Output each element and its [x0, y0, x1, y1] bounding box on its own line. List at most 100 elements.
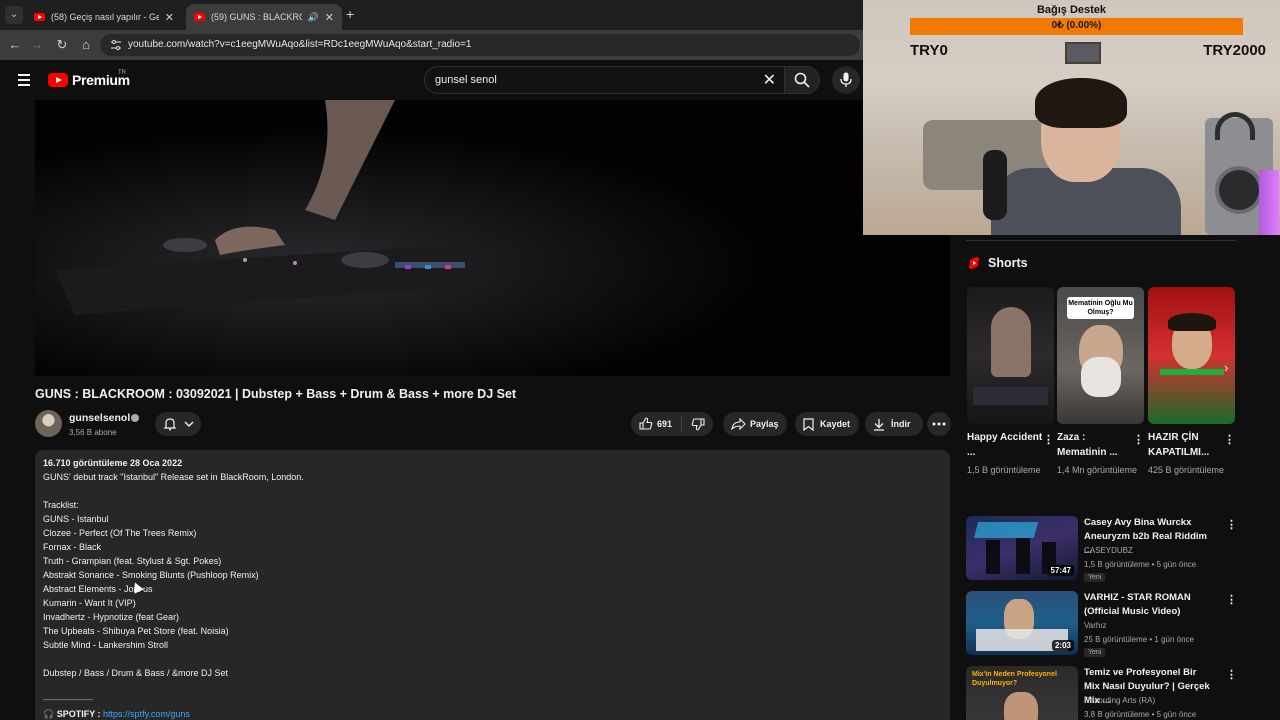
- share-button[interactable]: Paylaş: [723, 412, 787, 436]
- short-card[interactable]: Mematinin Oğlu Mu Olmuş? Zaza : Mematini…: [1057, 287, 1144, 475]
- microphone-icon: [840, 72, 852, 87]
- channel-avatar[interactable]: [35, 410, 62, 437]
- close-tab-icon[interactable]: ✕: [165, 11, 174, 24]
- browser-tab-1[interactable]: (58) Geçiş nasıl yapılır - Geçiş t ✕: [26, 4, 182, 30]
- short-thumbnail[interactable]: Mematinin Oğlu Mu Olmuş?: [1057, 287, 1144, 424]
- recommendation-stats: 25 B görüntüleme • 1 gün önce: [1084, 635, 1194, 644]
- video-duration: 57:47: [1047, 565, 1074, 576]
- audio-playing-icon[interactable]: 🔊: [308, 12, 319, 23]
- description-intro: GUNS' debut track "Istanbul" Release set…: [43, 472, 304, 482]
- back-icon[interactable]: ←: [6, 36, 24, 54]
- recommendation-channel: Varhız: [1084, 621, 1107, 630]
- recommendation-thumbnail[interactable]: Mix'in Neden Profesyonel Duyulmuyor?: [966, 666, 1078, 720]
- short-thumbnail[interactable]: [967, 287, 1054, 424]
- clear-search-icon[interactable]: ✕: [763, 70, 776, 90]
- url-field[interactable]: youtube.com/watch?v=c1eegMWuAqo&list=RDc…: [100, 34, 860, 56]
- more-actions-button[interactable]: [927, 412, 951, 436]
- track-line: Clozee - Perfect (Of The Trees Remix): [43, 528, 197, 538]
- video-frame-dj-scene: [35, 100, 950, 376]
- verified-icon: [131, 414, 139, 422]
- video-owner-row: gunselsenol 3,56 B abone 691 Paylaş Kayd…: [35, 410, 951, 440]
- recommendation-thumbnail[interactable]: 57:47: [966, 516, 1078, 580]
- more-vertical-icon[interactable]: ⋮: [1133, 433, 1144, 446]
- search-button[interactable]: [784, 66, 820, 94]
- forward-icon[interactable]: →: [28, 36, 46, 54]
- short-thumbnail[interactable]: [1148, 287, 1235, 424]
- recommendation-item[interactable]: 2:03 VARHIZ - STAR ROMAN (Official Music…: [966, 591, 1237, 661]
- country-code: TR: [118, 70, 126, 76]
- spotify-label: 🎧 SPOTIFY :: [43, 709, 104, 719]
- bell-icon: [163, 418, 177, 431]
- more-vertical-icon[interactable]: ⋮: [1226, 668, 1237, 681]
- genres-line: Dubstep / Bass / Drum & Bass / &more DJ …: [43, 668, 229, 678]
- subscription-bell-button[interactable]: [155, 412, 201, 436]
- recommendation-item[interactable]: Mix'in Neden Profesyonel Duyulmuyor? Tem…: [966, 666, 1237, 720]
- short-views: 1,5 B görüntüleme: [967, 465, 1041, 475]
- chevron-right-icon[interactable]: ›: [1224, 360, 1228, 375]
- dislike-button[interactable]: [683, 412, 713, 436]
- home-icon[interactable]: ⌂: [77, 36, 95, 54]
- short-title: HAZIR ÇİN KAPATILMI...: [1148, 432, 1210, 458]
- chevron-down-icon: [184, 421, 194, 427]
- save-button[interactable]: Kaydet: [795, 412, 859, 436]
- short-card[interactable]: HAZIR ÇİN KAPATILMI... 425 B görüntüleme…: [1148, 287, 1235, 475]
- short-card[interactable]: Happy Accident ... 1,5 B görüntüleme ⋮: [967, 287, 1054, 475]
- track-line: Truth - Grampian (feat. Stylust & Sgt. P…: [43, 556, 222, 566]
- browser-tab-2-active[interactable]: (59) GUNS : BLACKROOM : 0 🔊 ✕: [186, 4, 342, 30]
- new-tab-icon[interactable]: +: [346, 6, 354, 22]
- divider: [681, 417, 682, 431]
- shorts-section-title: Shorts: [988, 256, 1028, 270]
- close-tab-icon[interactable]: ✕: [325, 11, 334, 24]
- bookmark-icon: [803, 418, 814, 431]
- spotify-link[interactable]: https://sptfy.com/guns: [103, 709, 190, 719]
- view-count-and-date: 16.710 görüntüleme 28 Oca 2022: [43, 458, 183, 468]
- tab-title: (59) GUNS : BLACKROOM : 0: [211, 12, 302, 22]
- recommendation-item[interactable]: 57:47 Casey Avy Bina Wurckx Aneuryzm b2b…: [966, 516, 1237, 586]
- like-button[interactable]: 691: [631, 412, 681, 436]
- thumbs-down-icon: [691, 418, 705, 431]
- more-horizontal-icon: [932, 422, 946, 426]
- more-vertical-icon[interactable]: ⋮: [1224, 433, 1235, 446]
- more-vertical-icon[interactable]: ⋮: [1226, 518, 1237, 531]
- menu-icon[interactable]: [18, 74, 30, 86]
- youtube-logo-icon: [48, 73, 68, 87]
- more-vertical-icon[interactable]: ⋮: [1043, 433, 1054, 446]
- track-line: GUNS - Istanbul: [43, 514, 109, 524]
- donation-max-label: TRY2000: [1203, 42, 1266, 59]
- tab-title: (58) Geçiş nasıl yapılır - Geçiş t: [51, 12, 159, 22]
- short-title: Happy Accident ...: [967, 432, 1043, 458]
- thumbs-up-icon: [639, 417, 653, 430]
- youtube-favicon-icon: [194, 13, 205, 21]
- donation-label: Bağış Destek: [1036, 4, 1107, 16]
- recommendation-stats: 1,5 B görüntüleme • 5 gün önce: [1084, 560, 1197, 569]
- site-settings-icon[interactable]: [110, 39, 122, 51]
- track-line: Invadhertz - Hypnotize (feat Gear): [43, 612, 180, 622]
- recommendation-thumbnail[interactable]: 2:03: [966, 591, 1078, 655]
- download-button[interactable]: İndir: [865, 412, 923, 436]
- share-icon: [731, 418, 746, 430]
- streamer-hair: [1035, 78, 1127, 128]
- track-line: Subtle Mind - Lankershim Stroll: [43, 640, 169, 650]
- short-views: 1,4 Mn görüntüleme: [1057, 465, 1138, 475]
- voice-search-button[interactable]: [832, 66, 860, 94]
- reload-icon[interactable]: ↻: [53, 36, 71, 54]
- track-line: Kumarin - Want It (VIP): [43, 598, 136, 608]
- track-line: Abstrakt Sonance - Smoking Blunts (Pushl…: [43, 570, 259, 580]
- track-line: The Upbeats - Shibuya Pet Store (feat. N…: [43, 626, 229, 636]
- search-value: gunsel senol: [435, 74, 497, 86]
- channel-name[interactable]: gunselsenol: [69, 412, 130, 424]
- rgb-light: [1259, 170, 1279, 235]
- recommendation-channel: Recording Arts (RA): [1084, 696, 1156, 705]
- recommendation-stats: 3,8 B görüntüleme • 5 gün önce: [1084, 710, 1197, 719]
- video-description[interactable]: 16.710 görüntüleme 28 Oca 2022 GUNS' deb…: [35, 450, 950, 720]
- short-views: 425 B görüntüleme: [1148, 465, 1225, 475]
- more-vertical-icon[interactable]: ⋮: [1226, 593, 1237, 606]
- video-player[interactable]: [35, 100, 950, 376]
- tab-search-menu-icon[interactable]: ⌄: [5, 6, 23, 24]
- video-title: GUNS : BLACKROOM : 03092021 | Dubstep + …: [35, 387, 517, 401]
- url-text: youtube.com/watch?v=c1eegMWuAqo&list=RDc…: [128, 39, 472, 50]
- separator-line: __________: [43, 690, 94, 700]
- youtube-favicon-icon: [34, 13, 45, 21]
- divider: [966, 240, 1236, 241]
- search-input[interactable]: gunsel senol ✕: [424, 66, 784, 94]
